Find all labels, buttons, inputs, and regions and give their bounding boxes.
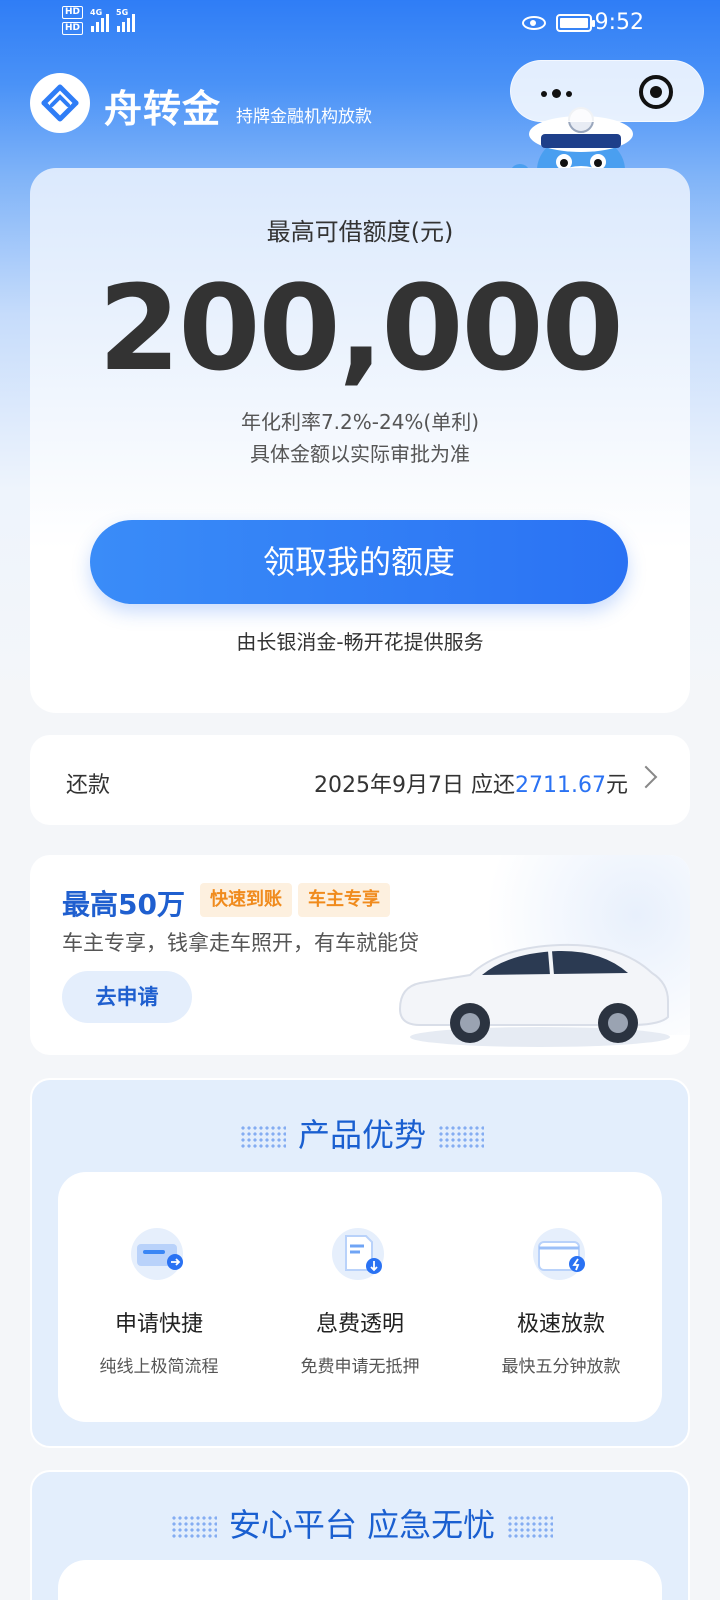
advantage-title: 息费透明 [315, 1312, 404, 1337]
claim-limit-button[interactable]: 领取我的额度 [90, 520, 628, 604]
hd-badge: HD [62, 6, 84, 19]
section-heading: 安心平台 应急无忧 [32, 1500, 692, 1546]
hd-badge: HD [62, 22, 84, 35]
advantage-desc: 最快五分钟放款 [501, 1357, 621, 1377]
signal-icon: 4G [90, 7, 110, 32]
close-miniprogram-icon[interactable] [639, 75, 673, 109]
safety-title: 安心平台 应急无忧 [228, 1506, 496, 1544]
network-type-label: 4G [90, 7, 103, 17]
dots-decoration [507, 1515, 554, 1539]
status-time: 9:52 [594, 10, 644, 35]
brand-name: 舟转金 [104, 87, 222, 131]
promo-tag: 车主专享 [298, 883, 390, 917]
car-illustration [398, 943, 670, 1047]
card-notch-decoration [480, 148, 710, 218]
car-loan-promo-card[interactable]: 最高50万 快速到账 车主专享 车主专享，钱拿走车照开，有车就能贷 去申请 [30, 855, 690, 1055]
advantages-panel: 申请快捷 纯线上极简流程 息费透明 免费申请无抵押 极速放款 最快五分钟放款 [58, 1172, 662, 1422]
advantage-item: 息费透明 免费申请无抵押 [260, 1226, 460, 1377]
repayment-row[interactable]: 还款 2025年9月7日 应还2711.67元 [30, 735, 690, 825]
battery-icon [556, 14, 595, 32]
dots-decoration [170, 1515, 217, 1539]
safety-panel [58, 1560, 662, 1600]
advantage-item: 极速放款 最快五分钟放款 [461, 1226, 661, 1377]
service-provider: 由长银消金-畅开花提供服务 [236, 630, 484, 654]
eye-icon [522, 16, 546, 30]
approval-note: 具体金额以实际审批为准 [250, 442, 470, 466]
promo-tag: 快速到账 [200, 883, 292, 917]
wallet-icon [533, 1228, 585, 1280]
brand-subtitle: 持牌金融机构放款 [236, 107, 372, 127]
repay-label: 还款 [66, 773, 111, 798]
credit-limit-label: 最高可借额度(元) [266, 218, 454, 246]
credit-limit-amount: 200,000 [98, 259, 623, 397]
section-heading: 产品优势 [32, 1110, 692, 1156]
repay-date: 2025年9月7日 应还 [314, 773, 515, 798]
apply-button[interactable]: 去申请 [62, 971, 192, 1023]
dots-decoration [239, 1125, 286, 1149]
promo-description: 车主专享，钱拿走车照开，有车就能贷 [62, 931, 419, 955]
signal-group: HD HD 4G 5G [62, 6, 136, 35]
status-bar: HD HD 4G 5G 9:52 [0, 0, 720, 50]
repay-amount: 2711.67 [515, 773, 606, 798]
brand-logo-icon [30, 73, 90, 133]
repay-unit: 元 [605, 773, 628, 798]
advantage-title: 极速放款 [516, 1312, 605, 1337]
product-advantages-section: 产品优势 申请快捷 纯线上极简流程 息费透明 免费申请无抵押 极速放款 最快五分… [30, 1078, 690, 1448]
repay-info: 2025年9月7日 应还2711.67元 [314, 767, 628, 799]
document-icon [332, 1228, 384, 1280]
promo-title: 最高50万 [62, 888, 185, 921]
advantage-desc: 纯线上极简流程 [99, 1357, 219, 1377]
advantage-title: 申请快捷 [114, 1312, 203, 1337]
advantages-title: 产品优势 [297, 1116, 426, 1154]
network-type-label: 5G [116, 7, 129, 17]
more-icon[interactable] [541, 89, 572, 98]
advantage-item: 申请快捷 纯线上极简流程 [59, 1226, 259, 1377]
advantage-desc: 免费申请无抵押 [300, 1357, 420, 1377]
signal-icon: 5G [116, 7, 136, 32]
card-icon [131, 1228, 183, 1280]
dots-decoration [438, 1125, 484, 1149]
safety-section: 安心平台 应急无忧 [30, 1470, 690, 1600]
interest-rate: 年化利率7.2%-24%(单利) [240, 410, 480, 434]
chevron-right-icon [634, 765, 658, 789]
mini-program-capsule [510, 60, 704, 122]
